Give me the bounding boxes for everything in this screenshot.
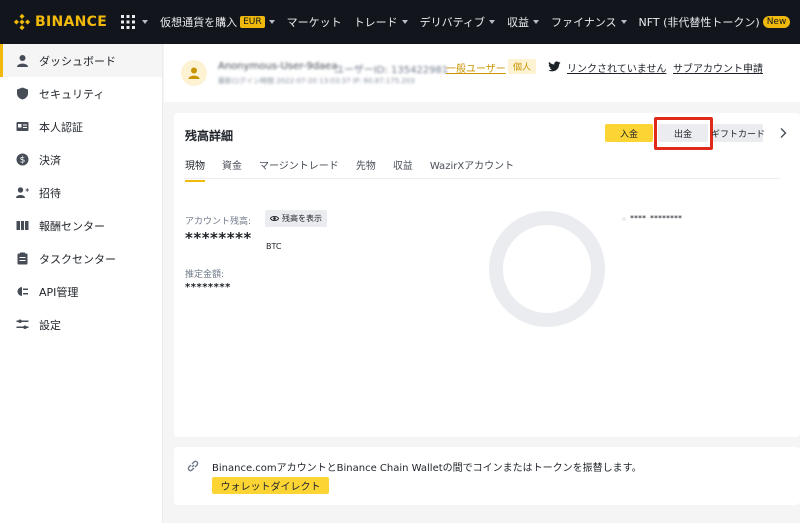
nav-label: 仮想通貨を購入 [160, 16, 238, 29]
sidebar-item-dashboard[interactable]: ダッシュボード [0, 44, 162, 77]
user-level-link[interactable]: 一般ユーザー [446, 60, 506, 75]
currency-badge: EUR [240, 16, 265, 28]
show-balance-label: 残高を表示 [282, 214, 322, 223]
id-card-icon [16, 120, 29, 133]
account-balance-label: アカウント残高: [185, 217, 252, 227]
estimated-value-label: 推定金額: [185, 270, 225, 280]
account-balance-unit: BTC [266, 242, 282, 251]
last-login-info: 最新ログイン時間 2022-07-20 13:03:37 IP: 60.87.1… [218, 77, 415, 85]
legend-asset: **** [630, 214, 646, 223]
withdraw-highlight-box [654, 117, 713, 150]
api-icon [16, 285, 29, 298]
chevron-down-icon [401, 20, 408, 24]
balance-title: 残高詳細 [185, 129, 234, 143]
new-badge: New [762, 16, 791, 28]
nav-label: トレード [353, 16, 398, 29]
sidebar-item-label: 決済 [39, 153, 61, 167]
wallet-direct-banner: Binance.comアカウントとBinance Chain Walletの間で… [174, 447, 800, 505]
reward-icon [16, 219, 29, 232]
eye-icon [270, 216, 279, 221]
sidebar-item-label: 報酬センター [39, 219, 105, 233]
sidebar-item-label: 招待 [39, 186, 61, 200]
gift-card-button[interactable]: ギフトカード [711, 124, 765, 142]
banner-text: Binance.comアカウントとBinance Chain Walletの間で… [212, 463, 642, 474]
nav-label: NFT (非代替性トークン) [638, 16, 760, 29]
balance-card: 残高詳細 入金 出金 ギフトカード 現物 資金 マージントレード 先物 収益 W… [174, 113, 800, 437]
dollar-icon: $ [16, 153, 29, 166]
binance-logo[interactable]: BINANCE [14, 14, 107, 30]
nav-finance[interactable]: ファイナンス [551, 14, 627, 30]
top-nav: BINANCE 仮想通貨を購入 EUR マーケット トレード デリバティブ 収益… [0, 0, 800, 44]
nav-label: ファイナンス [550, 16, 617, 29]
sidebar-item-settings[interactable]: 設定 [0, 308, 162, 341]
chevron-down-icon [488, 20, 495, 24]
sidebar: ダッシュボード セキュリティ 本人認証 $ 決済 招待 報酬センター タスクセン… [0, 44, 163, 523]
sidebar-item-label: 本人認証 [39, 120, 83, 134]
subaccount-apply-link[interactable]: サブアカウント申請 [673, 60, 763, 75]
show-balance-button[interactable]: 残高を表示 [265, 210, 327, 227]
sidebar-item-label: ダッシュボード [39, 54, 116, 68]
apps-menu-button[interactable] [121, 15, 149, 29]
user-id: ユーザーID: 135422981 [334, 65, 449, 76]
nav-label: 収益 [506, 16, 529, 29]
sidebar-item-reward-center[interactable]: 報酬センター [0, 209, 162, 242]
link-icon [187, 460, 199, 472]
account-type-badge: 個人 [508, 59, 537, 74]
deposit-button[interactable]: 入金 [605, 124, 653, 142]
chevron-down-icon [532, 20, 539, 24]
sidebar-item-identification[interactable]: 本人認証 [0, 110, 162, 143]
nav-earn[interactable]: 収益 [507, 14, 539, 30]
sidebar-item-payment[interactable]: $ 決済 [0, 143, 162, 176]
estimated-value: ******** [185, 282, 231, 293]
user-name: Anonymous-User-9daea [218, 61, 338, 72]
sidebar-item-security[interactable]: セキュリティ [0, 77, 162, 110]
user-icon [188, 67, 200, 79]
clipboard-icon [16, 252, 29, 265]
shield-icon [16, 87, 29, 100]
nav-buy-crypto[interactable]: 仮想通貨を購入 EUR [160, 14, 275, 30]
wallet-direct-button[interactable]: ウォレットダイレクト [212, 477, 329, 494]
chevron-down-icon [620, 20, 627, 24]
user-info-bar: Anonymous-User-9daea ユーザーID: 135422981 最… [164, 44, 800, 102]
nav-derivatives[interactable]: デリバティブ [420, 14, 495, 30]
twitter-icon [548, 61, 561, 72]
nav-trade[interactable]: トレード [354, 14, 408, 30]
nav-nft[interactable]: NFT (非代替性トークン) New [639, 14, 791, 30]
balance-donut-chart [489, 211, 605, 327]
chart-legend: **** ******** [622, 214, 682, 223]
tabs-divider [185, 178, 780, 179]
nav-label: マーケット [286, 16, 342, 29]
nav-markets[interactable]: マーケット [287, 14, 342, 30]
sidebar-item-label: API管理 [39, 285, 79, 299]
chevron-down-icon [268, 20, 275, 24]
sidebar-item-label: セキュリティ [39, 87, 105, 101]
twitter-link[interactable]: リンクされていません [567, 60, 666, 75]
user-plus-icon [16, 186, 29, 199]
brand-name: BINANCE [35, 14, 108, 30]
svg-text:$: $ [20, 156, 26, 166]
binance-logo-icon [14, 14, 30, 30]
chevron-right-icon[interactable] [778, 127, 788, 139]
account-balance-value: ******** [185, 229, 252, 247]
sidebar-item-api-management[interactable]: API管理 [0, 275, 162, 308]
sidebar-item-label: タスクセンター [39, 252, 116, 266]
sidebar-item-referral[interactable]: 招待 [0, 176, 162, 209]
legend-value: ******** [650, 214, 682, 223]
nav-label: デリバティブ [419, 16, 485, 29]
legend-dot [622, 216, 626, 221]
sidebar-item-task-center[interactable]: タスクセンター [0, 242, 162, 275]
avatar[interactable] [181, 60, 207, 86]
sidebar-item-label: 設定 [39, 318, 61, 332]
user-icon [16, 54, 29, 67]
sliders-icon [16, 318, 29, 331]
grid-icon [121, 15, 136, 29]
chevron-down-icon [142, 20, 149, 24]
